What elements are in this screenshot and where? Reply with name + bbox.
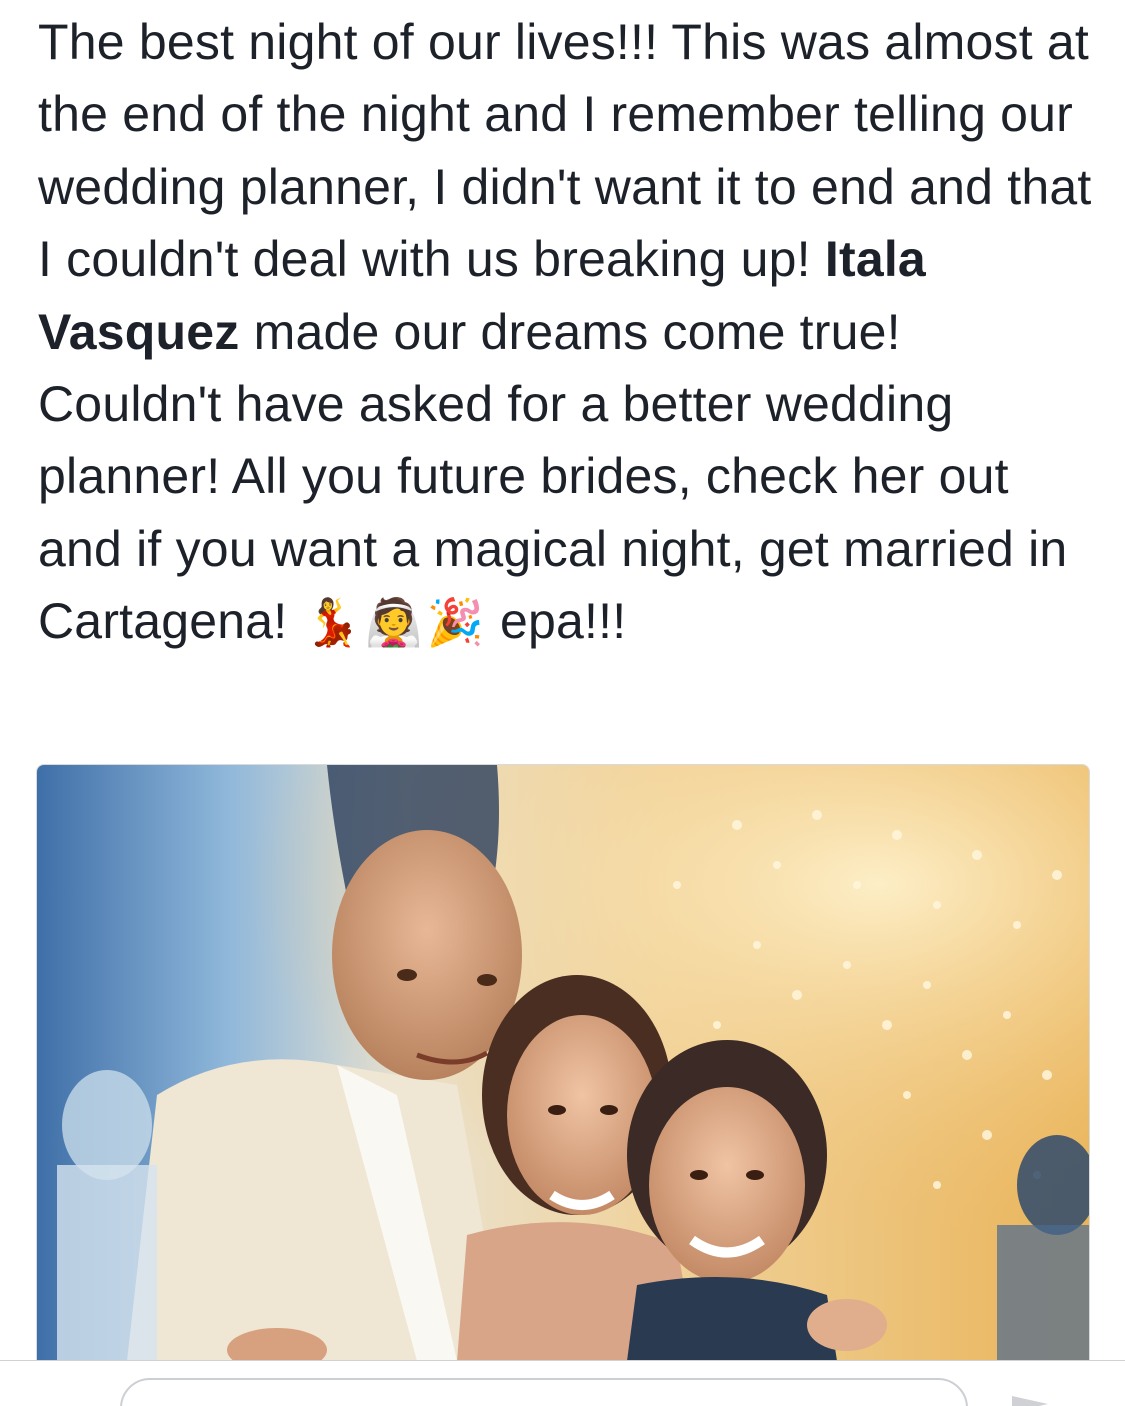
post-text-part1: The best night of our lives!!! This was … <box>38 14 1092 288</box>
comment-input[interactable] <box>120 1378 968 1406</box>
post-text-part3: epa!!! <box>485 593 627 650</box>
dancer-emoji-icon: 💃 <box>303 595 361 650</box>
send-icon[interactable] <box>1010 1394 1050 1406</box>
divider <box>0 1360 1125 1361</box>
post-photo[interactable] <box>36 764 1090 1361</box>
post-text: The best night of our lives!!! This was … <box>38 6 1098 659</box>
wedding-photo-image <box>37 765 1089 1361</box>
party-popper-emoji-icon: 🎉 <box>426 595 484 650</box>
bride-emoji-icon: 👰 <box>364 595 423 650</box>
